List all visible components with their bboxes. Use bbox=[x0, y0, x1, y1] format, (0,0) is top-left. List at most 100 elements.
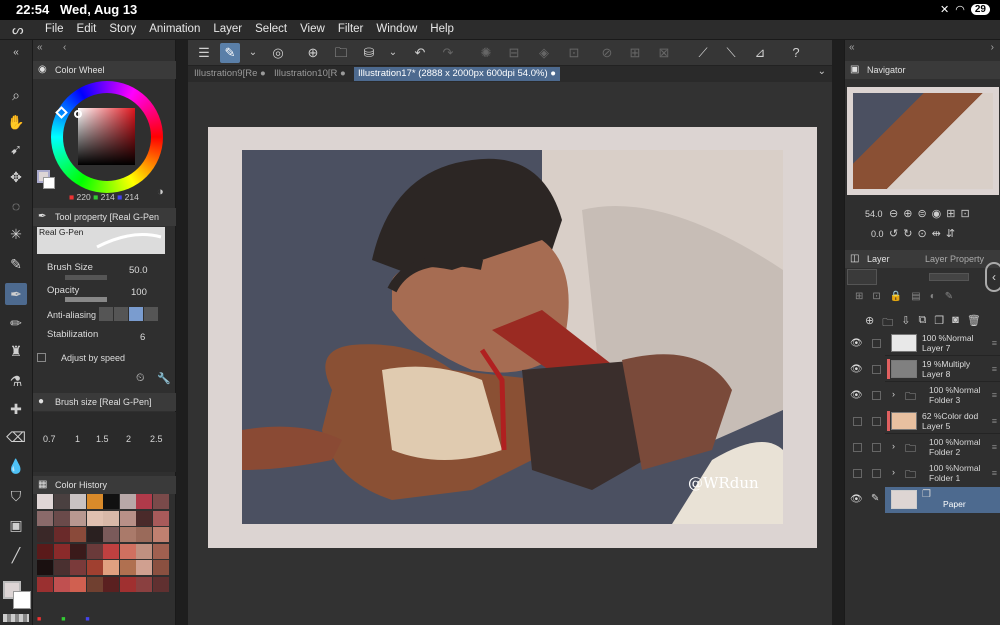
layer-check[interactable] bbox=[872, 417, 881, 426]
menu-layer[interactable]: Layer bbox=[213, 23, 242, 35]
fullscreen-icon[interactable]: ⊡ bbox=[960, 207, 969, 220]
menu-filter[interactable]: Filter bbox=[338, 23, 364, 35]
history-swatch[interactable] bbox=[37, 560, 53, 575]
history-swatch[interactable] bbox=[119, 576, 136, 592]
visibility-eye-icon[interactable]: 👁 bbox=[850, 390, 863, 401]
history-swatch[interactable] bbox=[136, 510, 152, 526]
layer-row[interactable]: 👁 19 %Multiply Layer 8 ≡ bbox=[845, 357, 1000, 382]
tool-property-header[interactable]: ✒ Tool property [Real G-Pen bbox=[33, 208, 176, 226]
folder-expand-icon[interactable]: › bbox=[892, 467, 895, 477]
tabs-chevron-down-icon[interactable]: ⌄ bbox=[818, 66, 826, 77]
menu-view[interactable]: View bbox=[300, 23, 325, 35]
saturation-value-square[interactable] bbox=[78, 108, 135, 165]
history-swatch[interactable] bbox=[136, 527, 152, 542]
lasso-tool-icon[interactable]: ◌ bbox=[5, 195, 27, 217]
history-swatch[interactable] bbox=[53, 560, 70, 575]
collapse-panel-icon[interactable]: « bbox=[37, 42, 43, 53]
history-swatch[interactable] bbox=[37, 576, 53, 592]
folder-expand-icon[interactable]: › bbox=[892, 389, 895, 399]
clip-layer-icon[interactable]: ⊞ bbox=[855, 291, 863, 302]
layer-check[interactable] bbox=[872, 469, 881, 478]
companion-icon[interactable]: ◎ bbox=[268, 43, 288, 63]
redo-icon[interactable]: ↷ bbox=[438, 43, 458, 63]
layer-menu-icon[interactable]: ≡ bbox=[992, 416, 997, 426]
aa-medium-button[interactable] bbox=[129, 307, 143, 321]
history-swatch[interactable] bbox=[53, 494, 70, 509]
menu-select[interactable]: Select bbox=[255, 23, 287, 35]
collapse-left-icon[interactable]: « bbox=[5, 42, 27, 64]
blend-mode-dropdown[interactable] bbox=[847, 269, 877, 285]
history-swatch[interactable] bbox=[152, 510, 169, 526]
brush-size-header[interactable]: ● Brush size [Real G-Pen] bbox=[33, 393, 176, 411]
visibility-toggle[interactable] bbox=[853, 469, 862, 478]
history-swatch[interactable] bbox=[136, 576, 152, 592]
selection-border-icon[interactable]: ⊠ bbox=[654, 43, 674, 63]
aa-weak-button[interactable] bbox=[114, 307, 128, 321]
mask-icon[interactable]: ◐ bbox=[930, 291, 936, 302]
snap-grid-icon[interactable]: ⊿ bbox=[750, 43, 770, 63]
brush-size-preset[interactable]: 2.5 bbox=[150, 434, 163, 444]
layer-row-selected[interactable]: ❐ Paper bbox=[885, 487, 1000, 513]
color-wheel-header[interactable]: ◉ Color Wheel bbox=[33, 61, 176, 79]
pencil-tool-icon[interactable]: ✏ bbox=[5, 312, 27, 334]
brush-size-value[interactable]: 50.0 bbox=[129, 265, 148, 276]
reset-rotation-icon[interactable]: ⊙ bbox=[917, 227, 926, 240]
history-swatch[interactable] bbox=[86, 527, 103, 542]
navigator-header[interactable]: ▣ Navigator bbox=[845, 61, 1000, 79]
expand-right-icon[interactable]: › bbox=[991, 42, 994, 53]
opacity-value[interactable]: 100 bbox=[131, 287, 147, 298]
tab-illustration10[interactable]: Illustration10[R ● bbox=[270, 67, 350, 81]
edit-mode-icon[interactable]: ✎ bbox=[220, 43, 240, 63]
rotate-left-icon[interactable]: ↺ bbox=[889, 227, 898, 240]
pen-tool-icon[interactable]: ✒ bbox=[5, 283, 27, 305]
color-settings-icon[interactable]: ◑ bbox=[157, 186, 164, 198]
fill-selection-icon[interactable]: ◈ bbox=[534, 43, 554, 63]
layer-check[interactable] bbox=[872, 391, 881, 400]
history-swatch[interactable] bbox=[70, 560, 86, 575]
app-logo-icon[interactable]: ᔕ bbox=[12, 22, 24, 38]
history-swatch[interactable] bbox=[70, 527, 86, 542]
history-swatch[interactable] bbox=[103, 527, 119, 542]
aa-none-button[interactable] bbox=[99, 307, 113, 321]
history-swatch[interactable] bbox=[119, 560, 136, 575]
panel-back-icon[interactable]: ‹ bbox=[63, 42, 66, 53]
layer-row[interactable]: 62 %Color dod Layer 5 ≡ bbox=[845, 409, 1000, 434]
adjust-speed-checkbox[interactable] bbox=[37, 353, 46, 362]
history-swatch[interactable] bbox=[136, 494, 152, 509]
aa-strong-button[interactable] bbox=[144, 307, 158, 321]
eyedropper-icon[interactable]: ✎ bbox=[5, 253, 27, 275]
history-swatch[interactable] bbox=[86, 576, 103, 592]
brush-size-preset[interactable]: 1 bbox=[75, 434, 80, 444]
menu-edit[interactable]: Edit bbox=[77, 23, 97, 35]
opacity-slider[interactable] bbox=[65, 297, 107, 302]
history-swatch[interactable] bbox=[70, 510, 86, 526]
history-swatch[interactable] bbox=[53, 543, 70, 559]
draft-layer-icon[interactable]: ✎ bbox=[945, 291, 953, 302]
fit-window-icon[interactable]: ⊞ bbox=[946, 207, 955, 220]
object-tool-icon[interactable]: ➹ bbox=[5, 138, 27, 160]
zoom-in-icon[interactable]: ⊕ bbox=[903, 207, 912, 220]
lock-icon[interactable]: 🔒 bbox=[890, 291, 902, 302]
history-swatch[interactable] bbox=[53, 510, 70, 526]
panel-toggle-icon[interactable]: ‹ bbox=[985, 262, 1000, 292]
transparent-color-swatch[interactable] bbox=[3, 614, 29, 622]
secondary-color-swatch[interactable] bbox=[43, 177, 55, 189]
history-swatch[interactable] bbox=[103, 543, 119, 559]
tab-illustration9[interactable]: Illustration9[Re ● bbox=[190, 67, 270, 81]
menu-window[interactable]: Window bbox=[376, 23, 417, 35]
deselect-icon[interactable]: ⊘ bbox=[597, 43, 617, 63]
stabilization-value[interactable]: 6 bbox=[140, 332, 145, 343]
move-tool-icon[interactable]: ✥ bbox=[5, 166, 27, 188]
collapse-right-icon[interactable]: « bbox=[849, 42, 855, 53]
clear-icon[interactable]: ⊟ bbox=[504, 43, 524, 63]
history-swatch[interactable] bbox=[103, 494, 119, 509]
layer-menu-icon[interactable]: ≡ bbox=[992, 468, 997, 478]
history-swatch[interactable] bbox=[86, 494, 103, 509]
menu-file[interactable]: File bbox=[45, 23, 64, 35]
history-swatch[interactable] bbox=[119, 527, 136, 542]
menu-help[interactable]: Help bbox=[430, 23, 454, 35]
layer-opacity-slider[interactable] bbox=[929, 273, 969, 281]
sub-color-swatch[interactable] bbox=[13, 591, 31, 609]
chevron-down-icon[interactable]: ⌄ bbox=[383, 43, 403, 63]
hamburger-menu-icon[interactable]: ☰ bbox=[194, 43, 214, 63]
